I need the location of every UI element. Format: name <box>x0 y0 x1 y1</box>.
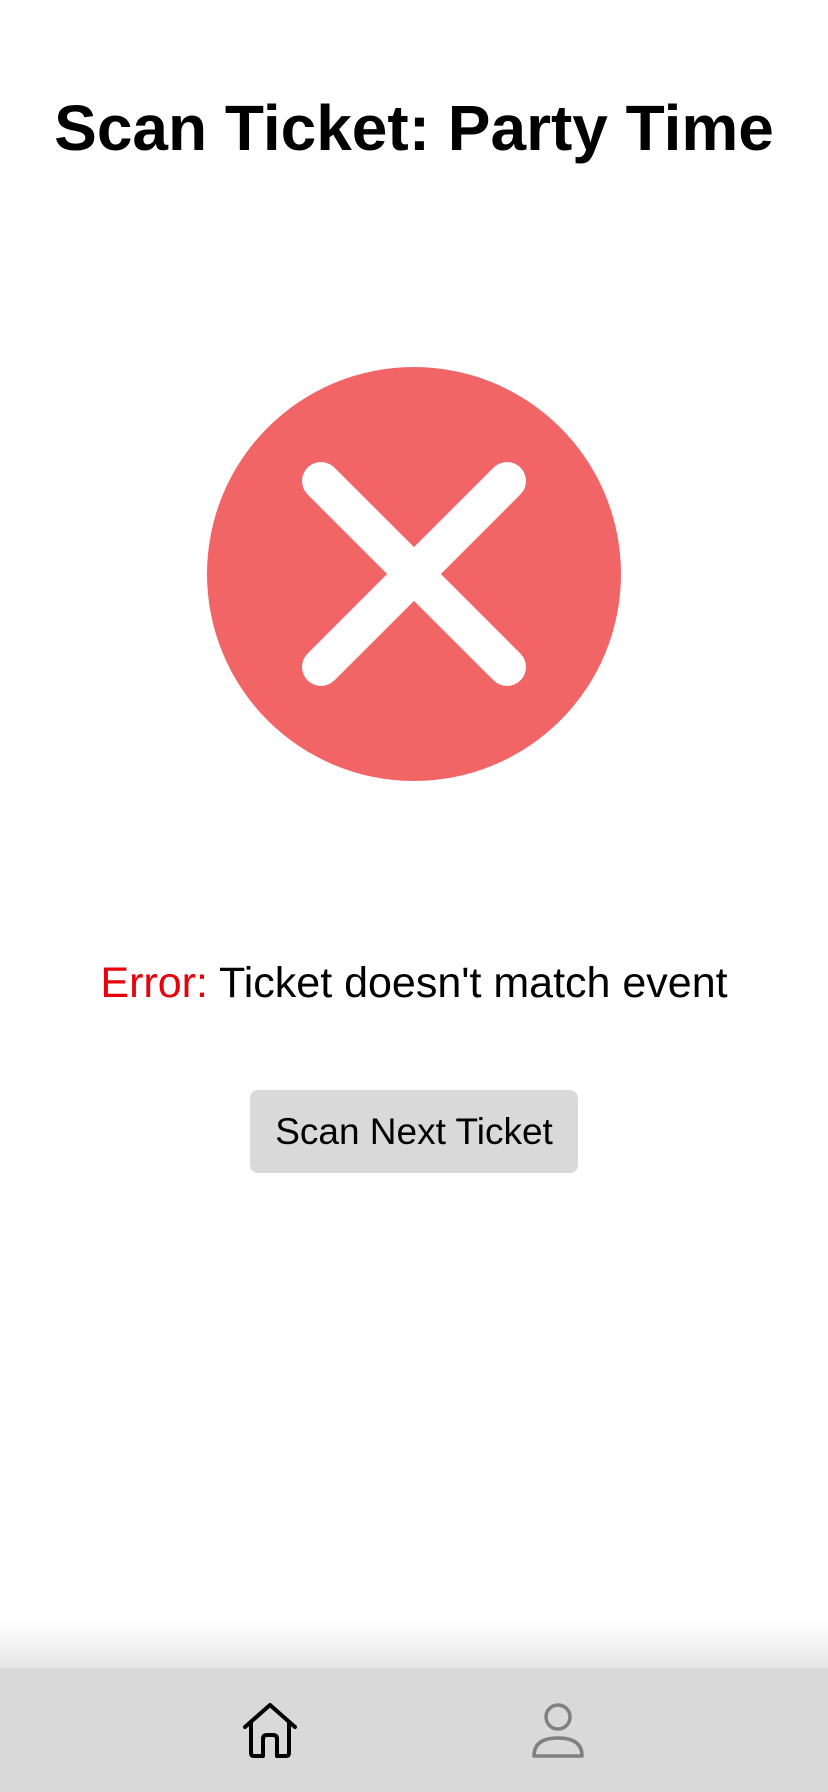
bottom-nav <box>0 1668 828 1792</box>
nav-shadow <box>0 1620 828 1668</box>
error-message: Error: Ticket doesn't match event <box>0 955 828 1011</box>
error-text: Ticket doesn't match event <box>207 959 728 1007</box>
nav-item-profile[interactable] <box>498 1668 618 1792</box>
page-title: Scan Ticket: Party Time <box>54 92 774 164</box>
error-label: Error: <box>100 959 208 1007</box>
profile-icon <box>532 1703 584 1758</box>
home-icon <box>243 1703 297 1758</box>
nav-item-home[interactable] <box>210 1668 330 1792</box>
scan-next-ticket-button[interactable]: Scan Next Ticket <box>250 1090 578 1173</box>
error-x-icon <box>207 367 621 781</box>
scan-result-screen: Scan Ticket: Party Time Error: Ticket do… <box>0 0 828 1792</box>
